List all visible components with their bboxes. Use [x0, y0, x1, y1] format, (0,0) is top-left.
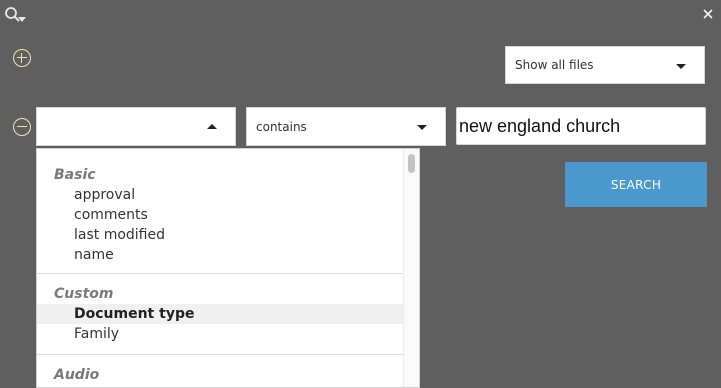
scrollbar-thumb[interactable] [408, 154, 415, 173]
chevron-down-icon [417, 125, 427, 130]
file-scope-value: Show all files [515, 58, 594, 72]
field-select[interactable] [36, 107, 236, 146]
option-comments[interactable]: comments [37, 205, 404, 225]
option-approval[interactable]: approval [37, 185, 404, 205]
search-button-label: SEARCH [610, 177, 662, 192]
field-dropdown-list: Basic approval comments last modified na… [36, 148, 420, 388]
option-last-modified[interactable]: last modified [37, 225, 404, 245]
add-criterion-button[interactable] [13, 49, 31, 67]
file-scope-select[interactable]: Show all files [505, 46, 705, 84]
search-query-input[interactable] [456, 107, 706, 145]
chevron-down-icon [676, 64, 686, 69]
remove-criterion-button[interactable] [13, 118, 31, 136]
option-family[interactable]: Family [37, 324, 404, 344]
option-document-type[interactable]: Document type [37, 304, 404, 324]
group-label-basic: Basic [54, 167, 96, 183]
search-filter-toggle[interactable] [4, 6, 28, 26]
group-label-custom: Custom [54, 286, 114, 302]
group-label-audio: Audio [54, 367, 100, 383]
dropdown-scrollbar[interactable] [403, 149, 419, 387]
operator-select[interactable]: contains [246, 107, 446, 146]
operator-select-value: contains [256, 119, 307, 134]
search-filter-icon [5, 7, 26, 22]
close-icon [703, 9, 713, 19]
close-button[interactable] [701, 6, 715, 20]
search-button[interactable]: SEARCH [565, 162, 707, 207]
option-name[interactable]: name [37, 245, 404, 265]
chevron-up-icon [207, 124, 217, 129]
